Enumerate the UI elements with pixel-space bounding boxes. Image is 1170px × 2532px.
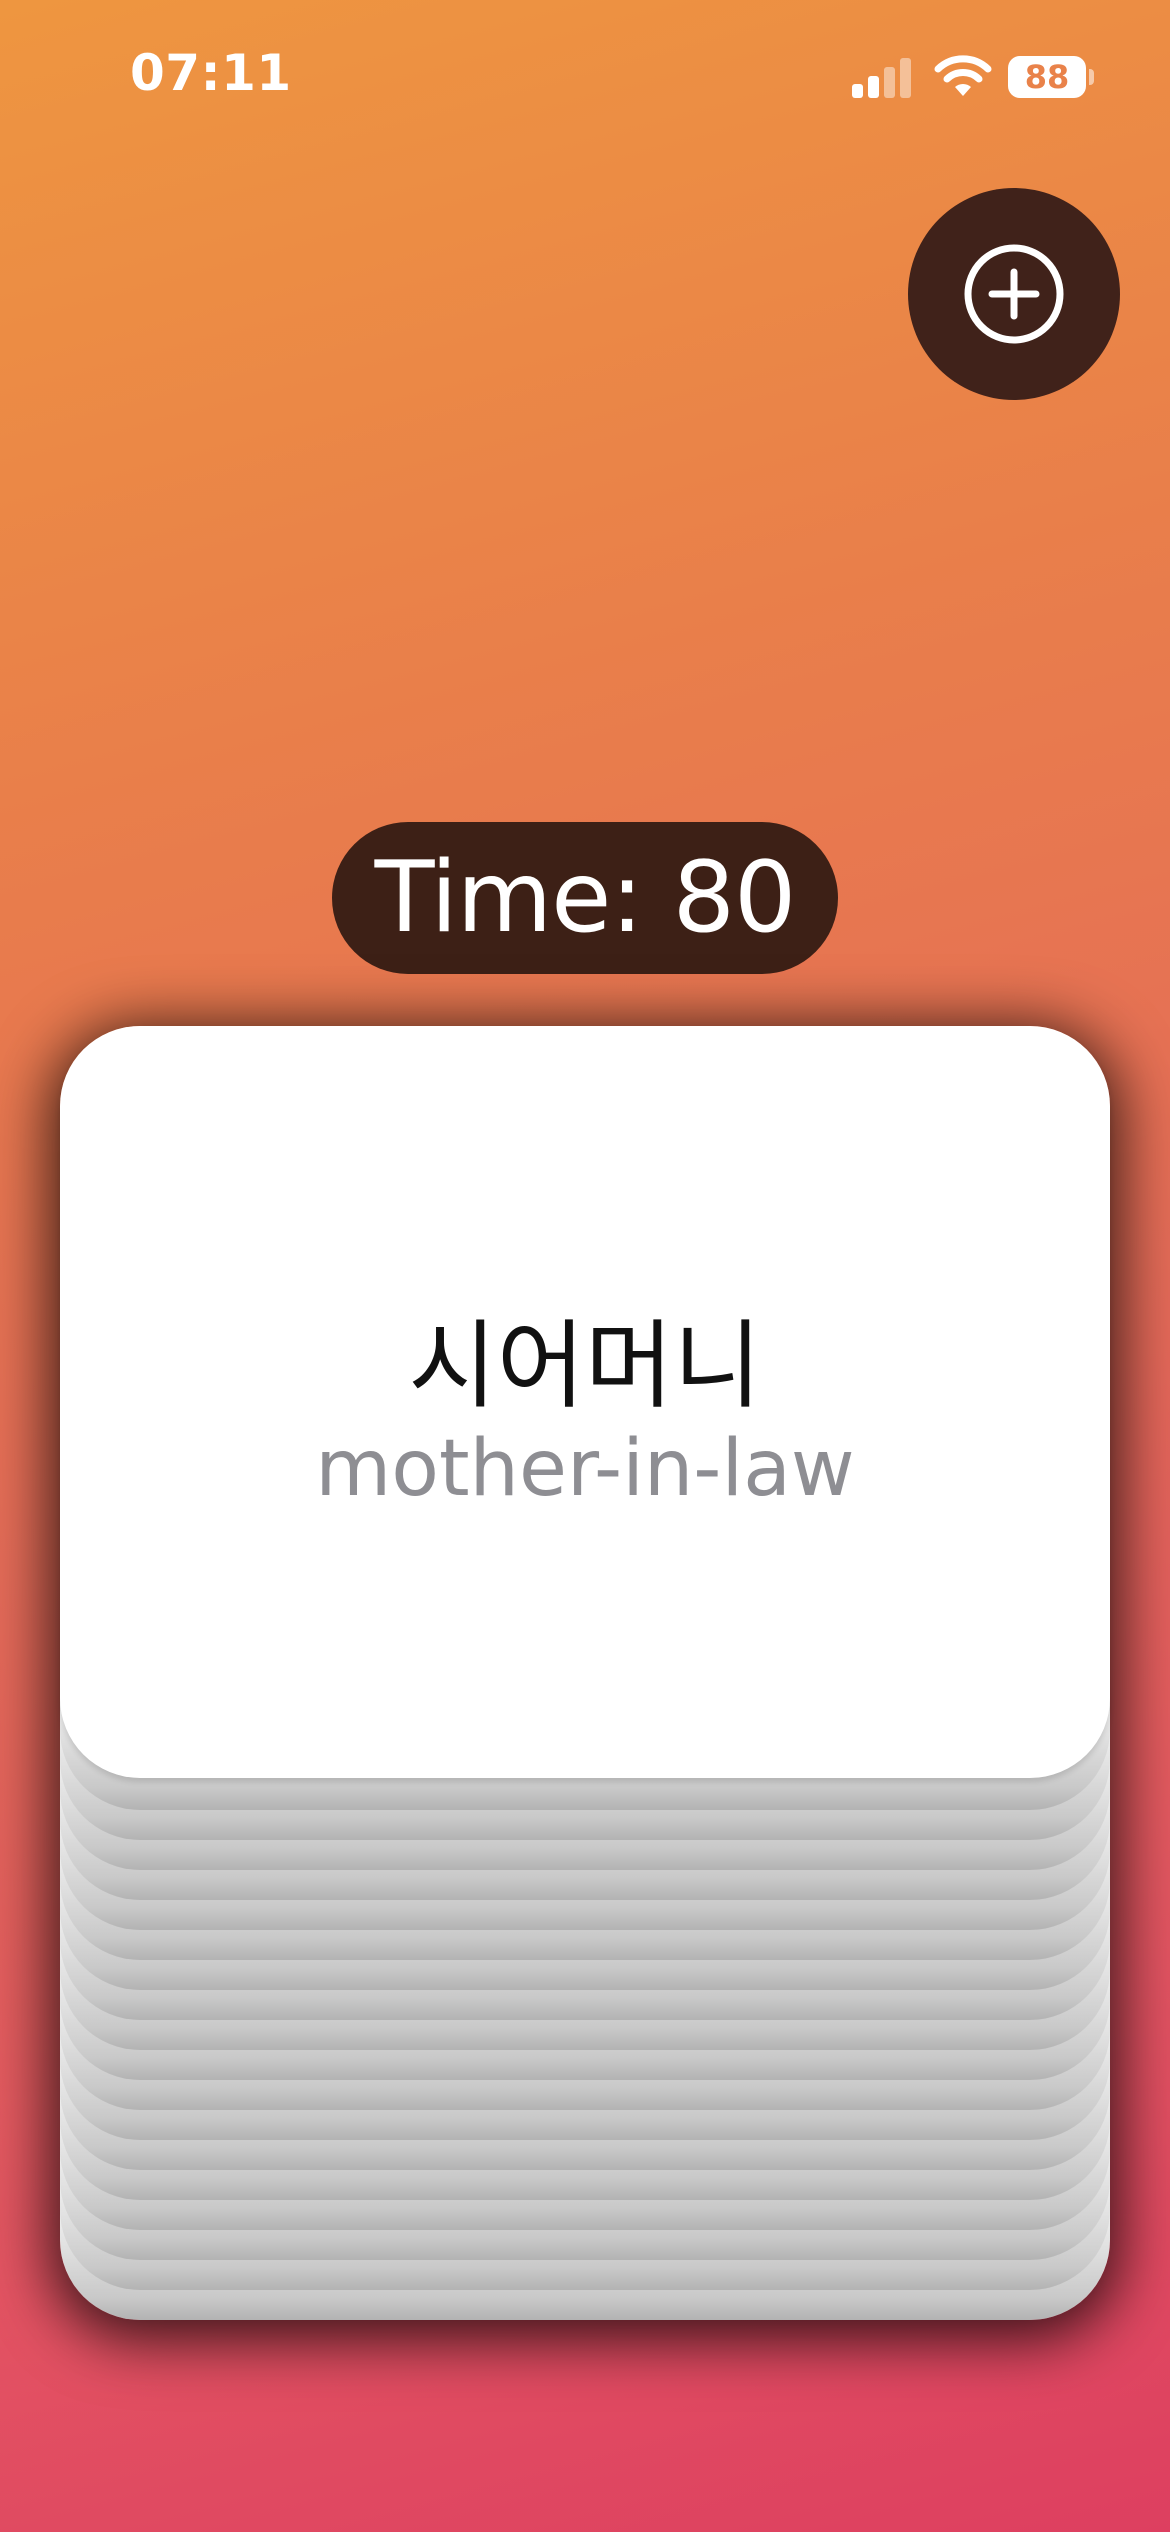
add-card-button[interactable]: [908, 188, 1120, 400]
signal-icon: [852, 58, 911, 98]
card-translation: mother-in-law: [315, 1424, 855, 1514]
card-word: 시어머니: [408, 1310, 762, 1422]
status-bar: 07:11 88: [0, 0, 1170, 150]
timer-text: Time: 80: [374, 841, 797, 955]
battery-level: 88: [1024, 58, 1070, 96]
wifi-icon: [934, 55, 992, 96]
battery-tip: [1089, 69, 1094, 85]
flashcard[interactable]: 시어머니 mother-in-law: [60, 1026, 1110, 1778]
card-stack: 시어머니 mother-in-law: [60, 1026, 1110, 2320]
timer-pill: Time: 80: [332, 822, 838, 974]
battery-icon: 88: [1008, 56, 1094, 98]
plus-circle-icon: [964, 244, 1064, 344]
status-time: 07:11: [130, 44, 292, 102]
